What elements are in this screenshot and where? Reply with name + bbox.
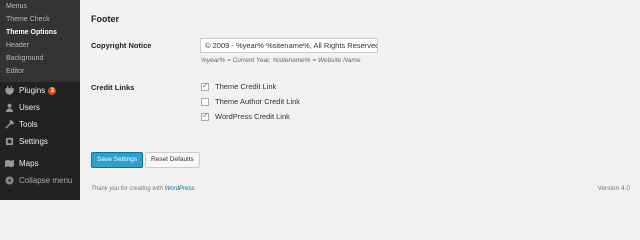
footer-thanks: Thank you for creating with WordPress. — [91, 186, 196, 192]
copyright-hint: %year% = Current Year, %sitename% = Webs… — [201, 57, 361, 64]
sidebar-item-label: Plugins — [19, 86, 46, 95]
sidebar-item-settings[interactable]: Settings — [0, 133, 80, 150]
submenu-item-header[interactable]: Header — [0, 39, 80, 52]
maps-icon — [5, 159, 14, 168]
version-text: Version 4.0 — [597, 185, 630, 192]
submenu-item-editor[interactable]: Editor — [0, 65, 80, 78]
sidebar-item-label: Maps — [19, 159, 39, 168]
collapse-menu-button[interactable]: Collapse menu — [0, 172, 80, 189]
collapse-menu-label: Collapse menu — [19, 176, 73, 185]
wordpress-credit-link-checkbox[interactable] — [201, 111, 209, 121]
sidebar-item-maps[interactable]: Maps — [0, 155, 80, 172]
section-title: Footer — [91, 14, 119, 24]
theme-author-credit-link-option[interactable]: Theme Author Credit Link — [201, 97, 300, 106]
theme-credit-link-checkbox[interactable] — [201, 81, 209, 91]
submenu-item-menus[interactable]: Menus — [0, 0, 80, 13]
theme-credit-link-option[interactable]: Theme Credit Link — [201, 81, 277, 91]
copyright-input[interactable]: © 2009 - %year% %sitename%, All Rights R… — [200, 38, 378, 53]
footer-thanks-prefix: Thank you for creating with — [91, 186, 165, 192]
users-icon — [5, 103, 14, 112]
reset-defaults-button[interactable]: Reset Defaults — [145, 152, 200, 168]
sidebar-item-label: Tools — [19, 120, 38, 129]
sidebar-item-tools[interactable]: Tools — [0, 116, 80, 133]
footer-thanks-suffix: . — [194, 186, 197, 192]
update-count-badge: 3 — [48, 86, 57, 95]
copyright-label: Copyright Notice — [91, 41, 152, 50]
submenu-item-theme-check[interactable]: Theme Check — [0, 13, 80, 26]
wordpress-credit-link-option[interactable]: WordPress Credit Link — [201, 111, 290, 121]
checkbox-label: WordPress Credit Link — [215, 112, 290, 121]
checkbox-label: Theme Credit Link — [215, 82, 277, 91]
theme-author-credit-link-checkbox[interactable] — [201, 97, 209, 106]
main-content: Footer Copyright Notice © 2009 - %year% … — [80, 0, 640, 200]
credit-links-label: Credit Links — [91, 83, 135, 92]
collapse-icon — [5, 176, 14, 185]
sidebar-item-plugins[interactable]: Plugins 3 — [0, 82, 80, 99]
plugin-icon — [5, 86, 14, 95]
wordpress-link[interactable]: WordPress — [165, 186, 195, 192]
checkbox-label: Theme Author Credit Link — [215, 97, 301, 106]
save-settings-button[interactable]: Save Settings — [91, 152, 144, 168]
sidebar-item-label: Settings — [19, 137, 48, 146]
submenu-item-theme-options[interactable]: Theme Options — [0, 26, 80, 39]
sidebar-item-label: Users — [19, 103, 40, 112]
admin-sidebar: Menus Theme Check Theme Options Header B… — [0, 0, 80, 200]
sidebar-item-users[interactable]: Users — [0, 99, 80, 116]
appearance-submenu: Menus Theme Check Theme Options Header B… — [0, 0, 80, 82]
settings-icon — [5, 137, 14, 146]
tools-icon — [5, 120, 14, 129]
submenu-item-background[interactable]: Background — [0, 52, 80, 65]
